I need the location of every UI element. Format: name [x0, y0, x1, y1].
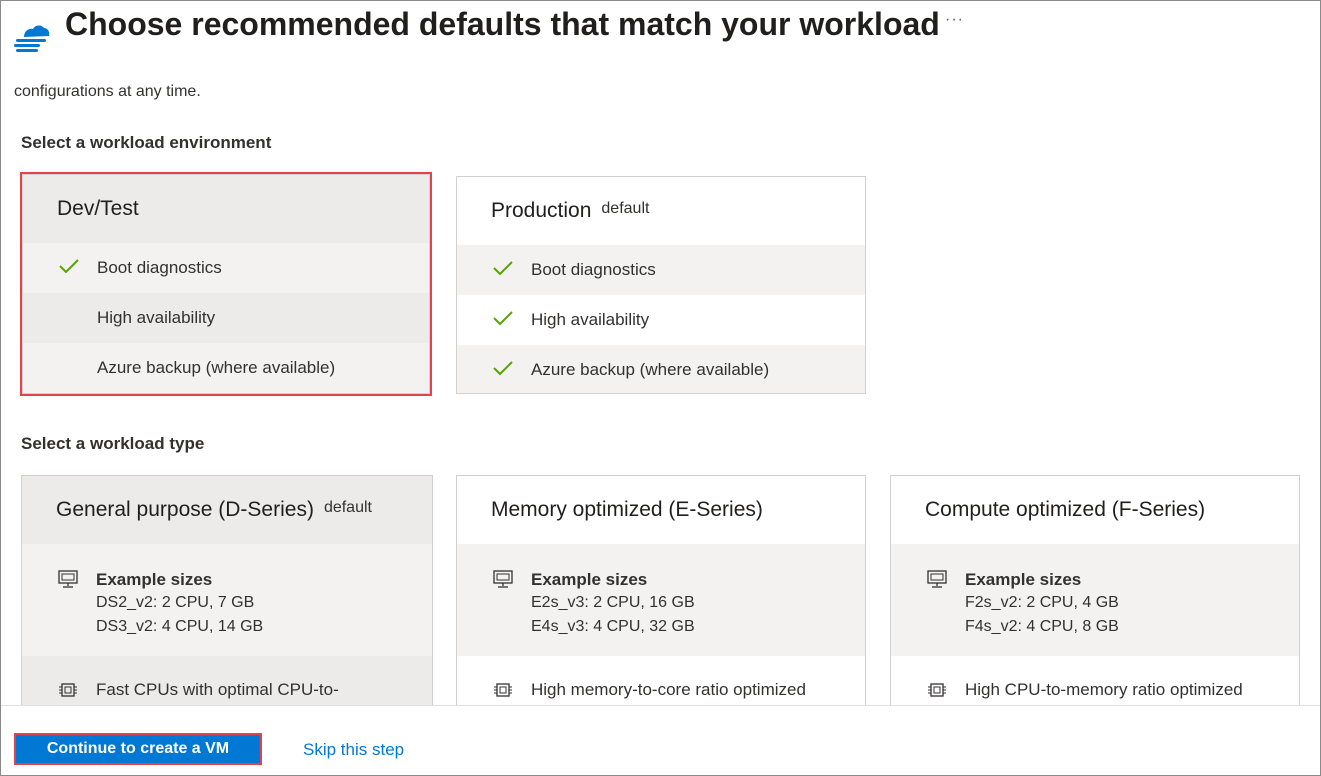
page-title: Choose recommended defaults that match y…: [65, 6, 940, 42]
example-sizes-title: Example sizes: [965, 570, 1082, 589]
card-title-text: Production: [491, 199, 592, 222]
feature-label: High availability: [531, 310, 650, 329]
example-sizes-section: Example sizes F2s_v2: 2 CPU, 4 GB F4s_v2…: [891, 544, 1299, 656]
more-options-icon[interactable]: ···: [945, 11, 964, 29]
default-badge: default: [601, 200, 650, 217]
selection-highlight: [20, 172, 432, 396]
example-sizes-title: Example sizes: [96, 570, 213, 589]
card-description: Fast CPUs with optimal CPU-to-: [96, 680, 339, 699]
card-title: Memory optimized (E-Series): [491, 498, 763, 521]
feature-label: Azure backup (where available): [531, 360, 770, 379]
monitor-icon: [927, 570, 947, 588]
feature-row: Azure backup (where available): [457, 345, 865, 393]
example-sizes-section: Example sizes E2s_v3: 2 CPU, 16 GB E4s_v…: [457, 544, 865, 656]
size-line: DS2_v2: 2 CPU, 7 GB: [96, 594, 255, 611]
description-section: High CPU-to-memory ratio optimized: [891, 656, 1299, 706]
skip-this-step-link[interactable]: Skip this step: [303, 740, 404, 760]
size-line: F4s_v2: 4 CPU, 8 GB: [965, 618, 1119, 635]
size-line: F2s_v2: 2 CPU, 4 GB: [965, 594, 1119, 611]
footer-bar: Continue to create a VM Skip this step: [1, 705, 1320, 775]
card-header: Memory optimized (E-Series): [457, 476, 865, 544]
environment-section-label: Select a workload environment: [21, 133, 272, 152]
workload-card-memory-optimized[interactable]: Memory optimized (E-Series) Example size…: [456, 475, 866, 707]
feature-row: Boot diagnostics: [457, 245, 865, 295]
card-header: Compute optimized (F-Series): [891, 476, 1299, 544]
dialog-frame: Choose recommended defaults that match y…: [0, 0, 1321, 776]
example-sizes-title: Example sizes: [531, 570, 648, 589]
checkmark-icon: [493, 361, 513, 376]
card-header: Production default: [457, 177, 865, 245]
continue-to-create-vm-button[interactable]: Continue to create a VM: [14, 733, 262, 765]
workload-card-compute-optimized[interactable]: Compute optimized (F-Series) Example siz…: [890, 475, 1300, 707]
env-card-production[interactable]: Production default Boot diagnostics High …: [456, 176, 866, 394]
feature-row: High availability: [457, 295, 865, 345]
size-line: E2s_v3: 2 CPU, 16 GB: [531, 594, 695, 611]
cpu-icon: [494, 683, 512, 697]
checkmark-icon: [493, 261, 513, 276]
monitor-icon: [58, 570, 78, 588]
card-header: General purpose (D-Series) default: [22, 476, 432, 544]
example-sizes-section: Example sizes DS2_v2: 2 CPU, 7 GB DS3_v2…: [22, 544, 432, 656]
default-badge: default: [323, 499, 372, 516]
card-title: Production default: [491, 199, 649, 223]
description-section: High memory-to-core ratio optimized: [457, 656, 865, 706]
workload-card-general-purpose[interactable]: General purpose (D-Series) default Exampl…: [21, 475, 433, 707]
cpu-icon: [928, 683, 946, 697]
workload-type-section-label: Select a workload type: [21, 434, 205, 453]
intro-text: configurations at any time.: [14, 83, 201, 100]
card-description: High memory-to-core ratio optimized: [531, 680, 806, 699]
card-title-text: General purpose (D-Series): [56, 498, 314, 521]
cloud-icon: [14, 25, 50, 52]
size-line: E4s_v3: 4 CPU, 32 GB: [531, 618, 695, 635]
card-description: High CPU-to-memory ratio optimized: [965, 680, 1243, 699]
size-line: DS3_v2: 4 CPU, 14 GB: [96, 618, 264, 635]
monitor-icon: [493, 570, 513, 588]
card-title: General purpose (D-Series) default: [56, 498, 372, 522]
description-section: Fast CPUs with optimal CPU-to-: [22, 656, 432, 706]
card-title: Compute optimized (F-Series): [925, 498, 1206, 521]
checkmark-icon: [493, 311, 513, 326]
cpu-icon: [59, 683, 77, 697]
feature-label: Boot diagnostics: [531, 260, 656, 279]
